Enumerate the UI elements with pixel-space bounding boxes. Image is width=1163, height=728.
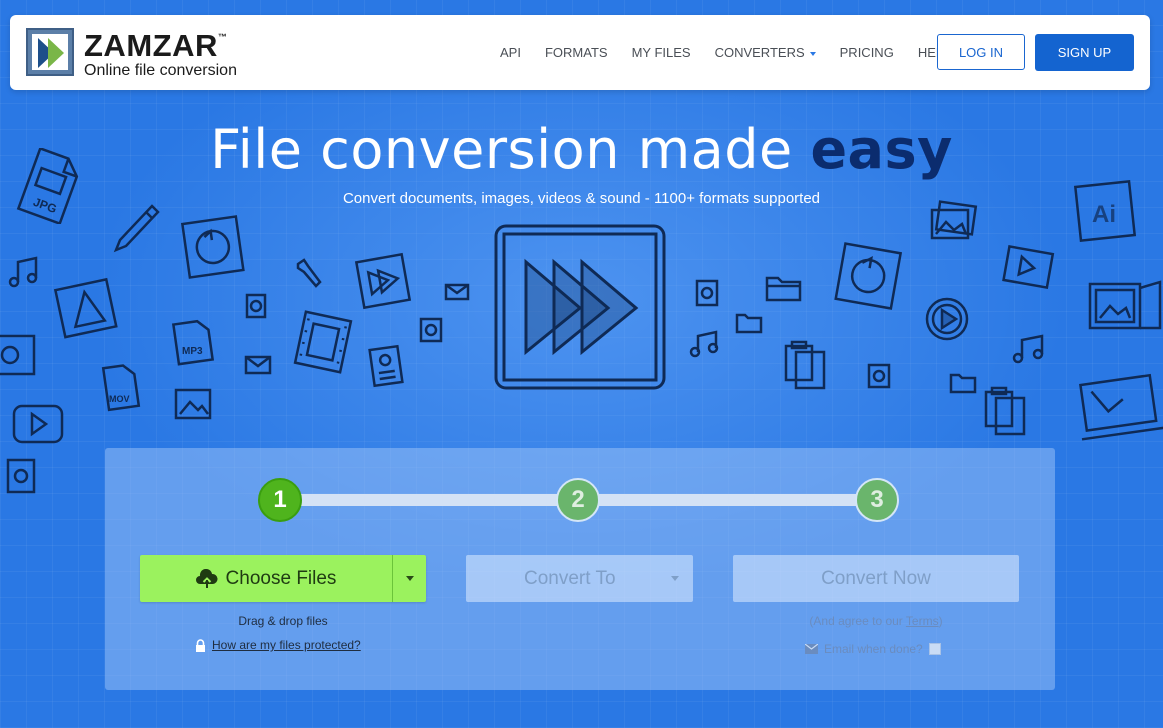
hero-subtitle: Convert documents, images, videos & soun…	[342, 190, 821, 207]
converter-panel: 1 2 3 Choose Files Convert To Convert No…	[105, 448, 1055, 690]
folder-icon	[765, 276, 802, 302]
terms-agreement: (And agree to our Terms)	[809, 614, 943, 628]
caret-down-icon	[405, 576, 414, 581]
play-circle-icon-right	[925, 297, 969, 341]
email-when-done-checkbox[interactable]	[928, 643, 941, 655]
folder-icon-3	[949, 373, 977, 394]
nav-api[interactable]: API	[500, 45, 521, 60]
step-2-indicator: 2	[556, 478, 600, 522]
brand-tagline: Online file conversion	[84, 62, 237, 79]
caret-down-icon	[671, 576, 679, 581]
image-frames-icon	[1088, 280, 1162, 330]
zamzar-logo-icon	[26, 28, 74, 76]
file-protection-row: How are my files protected?	[195, 638, 361, 652]
music-note-icon	[8, 256, 38, 288]
convert-to-label: Convert To	[524, 567, 616, 589]
step-3-indicator: 3	[855, 478, 899, 522]
signup-button[interactable]: SIGN UP	[1035, 34, 1134, 71]
chevron-down-icon	[809, 51, 816, 56]
convert-now-button[interactable]: Convert Now	[733, 555, 1019, 602]
choose-files-label: Choose Files	[225, 567, 337, 589]
svg-text:MOV: MOV	[109, 394, 130, 404]
image-stack-icon	[930, 200, 978, 240]
play-circle-icon	[12, 404, 64, 444]
clipboard-stack-icon-2	[984, 386, 1026, 436]
email-when-done-label: Email when done?	[824, 642, 923, 656]
svg-text:JPG: JPG	[31, 195, 58, 216]
folder-icon-2	[735, 313, 763, 334]
main-menu: API FORMATS MY FILES CONVERTERS PRICING …	[500, 15, 976, 90]
zamzar-logo[interactable]: ZAMZAR™ Online file conversion	[26, 28, 266, 80]
disc-file-icon-4	[245, 293, 267, 319]
refresh-box-icon	[180, 215, 245, 279]
brand-name: ZAMZAR™	[84, 28, 228, 63]
wrench-icon	[296, 258, 322, 288]
disc-icon	[0, 334, 36, 376]
disc-file-icon-2	[867, 363, 891, 389]
disc-file-icon-5	[419, 317, 443, 343]
hero-title: File conversion made easy	[210, 118, 953, 181]
nav-my-files[interactable]: MY FILES	[632, 45, 691, 60]
envelope-icon	[244, 355, 272, 375]
step-1-indicator: 1	[258, 478, 302, 522]
nav-pricing[interactable]: PRICING	[840, 45, 894, 60]
file-protection-link[interactable]: How are my files protected?	[212, 638, 361, 652]
email-when-done-row: Email when done?	[805, 642, 941, 656]
top-navbar: ZAMZAR™ Online file conversion API FORMA…	[10, 15, 1150, 90]
envelope-icon-2	[444, 283, 470, 301]
nav-converters-label: CONVERTERS	[714, 45, 805, 60]
mp3-file-icon: MP3	[171, 319, 215, 366]
terms-link[interactable]: Terms	[906, 614, 939, 628]
music-note-icon-3	[1012, 334, 1044, 364]
mov-file-icon: MOV	[101, 364, 141, 412]
jpg-file-icon: JPG	[16, 148, 79, 224]
pencil-icon	[113, 204, 160, 253]
music-note-icon-2	[689, 330, 719, 358]
lock-icon	[196, 638, 205, 652]
choose-files-button[interactable]: Choose Files	[140, 555, 392, 602]
film-strip-icon	[293, 310, 353, 374]
cloud-upload-icon	[195, 568, 218, 588]
nav-converters[interactable]: CONVERTERS	[715, 45, 816, 60]
image-frame-icon	[174, 388, 212, 420]
svg-text:MP3: MP3	[182, 346, 203, 357]
clipboard-stack-icon	[784, 340, 826, 390]
laptop-icon	[1079, 373, 1163, 441]
document-icon	[368, 344, 404, 388]
drag-drop-hint: Drag & drop files	[238, 614, 328, 628]
video-file-icon	[1002, 245, 1055, 290]
convert-to-select[interactable]: Convert To	[466, 555, 693, 602]
triangle-play-icon	[53, 277, 118, 339]
envelope-small-icon	[805, 644, 818, 654]
disc-file-icon-3	[6, 458, 36, 494]
choose-files-button-group: Choose Files	[140, 555, 426, 602]
play-box-icon	[354, 252, 412, 310]
ai-file-icon: Ai	[1073, 179, 1137, 243]
disc-file-icon	[695, 279, 719, 307]
central-fast-forward-icon	[494, 224, 666, 390]
svg-text:Ai: Ai	[1092, 201, 1116, 228]
login-button[interactable]: LOG IN	[937, 34, 1025, 70]
refresh-box-icon-right	[834, 242, 903, 310]
hero-title-emphasis: easy	[810, 118, 953, 181]
nav-formats[interactable]: FORMATS	[545, 45, 608, 60]
choose-files-dropdown-toggle[interactable]	[393, 555, 426, 602]
